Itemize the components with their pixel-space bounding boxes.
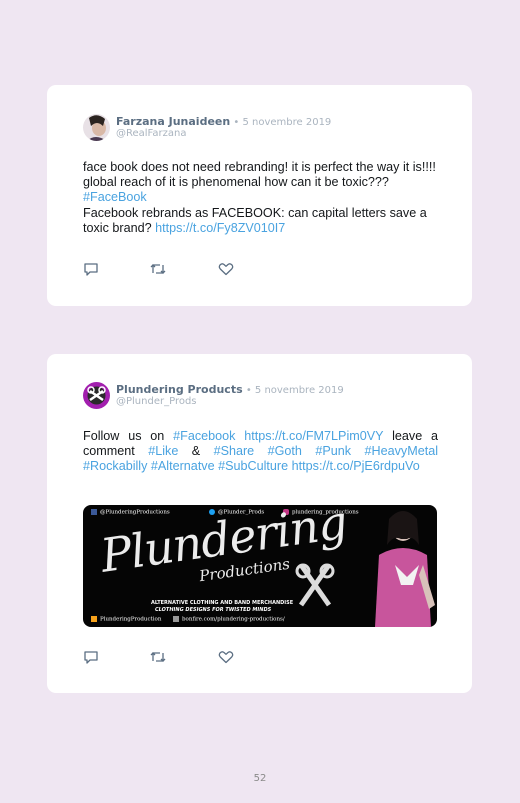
url-link[interactable]: https://t.co/PjE6rdpuVo bbox=[292, 459, 420, 473]
url-link[interactable]: https://t.co/Fy8ZV010I7 bbox=[155, 221, 285, 235]
hashtag-link[interactable]: #FaceBook bbox=[83, 190, 147, 204]
link-icon bbox=[91, 616, 97, 622]
hashtag-link[interactable]: #Facebook bbox=[173, 429, 235, 443]
tweet-text: Follow us on #Facebook https://t.co/FM7L… bbox=[83, 429, 438, 475]
media-text: bonfire.com/plundering-productions/ bbox=[182, 616, 285, 623]
tweet-card: Plundering Products • 5 novembre 2019 @P… bbox=[47, 354, 472, 693]
hashtag-link[interactable]: #Alternatve bbox=[151, 459, 215, 473]
url-link[interactable]: https://t.co/FM7LPim0VY bbox=[244, 429, 383, 443]
tweet-text-body: Follow us on bbox=[83, 429, 165, 443]
retweet-icon[interactable] bbox=[150, 650, 166, 664]
facebook-icon bbox=[91, 509, 97, 515]
hashtag-link[interactable]: #SubCulture bbox=[218, 459, 288, 473]
media-facebook-handle: @PlunderingProductions bbox=[91, 509, 170, 516]
tweet-text: face book does not need rebranding! it i… bbox=[83, 160, 438, 236]
author-name[interactable]: Plundering Products bbox=[116, 383, 243, 396]
hashtag-link[interactable]: #Punk bbox=[315, 444, 351, 458]
media-footer-left: PlunderingProduction bbox=[91, 616, 161, 623]
author-line: Farzana Junaideen • 5 novembre 2019 bbox=[116, 115, 331, 128]
like-icon[interactable] bbox=[218, 262, 234, 276]
media-footer-right: bonfire.com/plundering-productions/ bbox=[173, 616, 285, 623]
author-line: Plundering Products • 5 novembre 2019 bbox=[116, 383, 344, 396]
hashtag-link[interactable]: #Like bbox=[148, 444, 178, 458]
hashtag-link[interactable]: #Goth bbox=[268, 444, 302, 458]
hashtag-link[interactable]: #Rockabilly bbox=[83, 459, 147, 473]
tweet-text-body: face book does not need rebranding! it i… bbox=[83, 160, 436, 190]
author-name[interactable]: Farzana Junaideen bbox=[116, 115, 230, 128]
author-handle[interactable]: @Plunder_Prods bbox=[116, 396, 197, 407]
tweet-card: Farzana Junaideen • 5 novembre 2019 @Rea… bbox=[47, 85, 472, 306]
hashtag-link[interactable]: #Share bbox=[214, 444, 255, 458]
media-text: @PlunderingProductions bbox=[100, 509, 170, 516]
retweet-icon[interactable] bbox=[150, 262, 166, 276]
tweet-date[interactable]: • 5 novembre 2019 bbox=[230, 117, 331, 128]
like-icon[interactable] bbox=[218, 650, 234, 664]
avatar[interactable] bbox=[83, 114, 110, 141]
scissors-logo bbox=[295, 563, 335, 607]
media-image[interactable]: @PlunderingProductions @Plunder_Prods pl… bbox=[83, 505, 437, 627]
tweet-text-body: & bbox=[191, 444, 201, 459]
media-tagline: ALTERNATIVE CLOTHING AND BAND MERCHANDIS… bbox=[151, 600, 294, 606]
reply-icon[interactable] bbox=[83, 650, 99, 664]
avatar[interactable] bbox=[83, 382, 110, 409]
tweet-date[interactable]: • 5 novembre 2019 bbox=[243, 385, 344, 396]
author-handle[interactable]: @RealFarzana bbox=[116, 128, 186, 139]
media-text: PlunderingProduction bbox=[100, 616, 162, 623]
hashtag-link[interactable]: #HeavyMetal bbox=[365, 444, 439, 458]
web-icon bbox=[173, 616, 179, 622]
model-photo bbox=[375, 511, 435, 627]
page-number: 52 bbox=[253, 773, 267, 784]
media-tagline: CLOTHING DESIGNS FOR TWISTED MINDS bbox=[155, 607, 272, 613]
reply-icon[interactable] bbox=[83, 262, 99, 276]
